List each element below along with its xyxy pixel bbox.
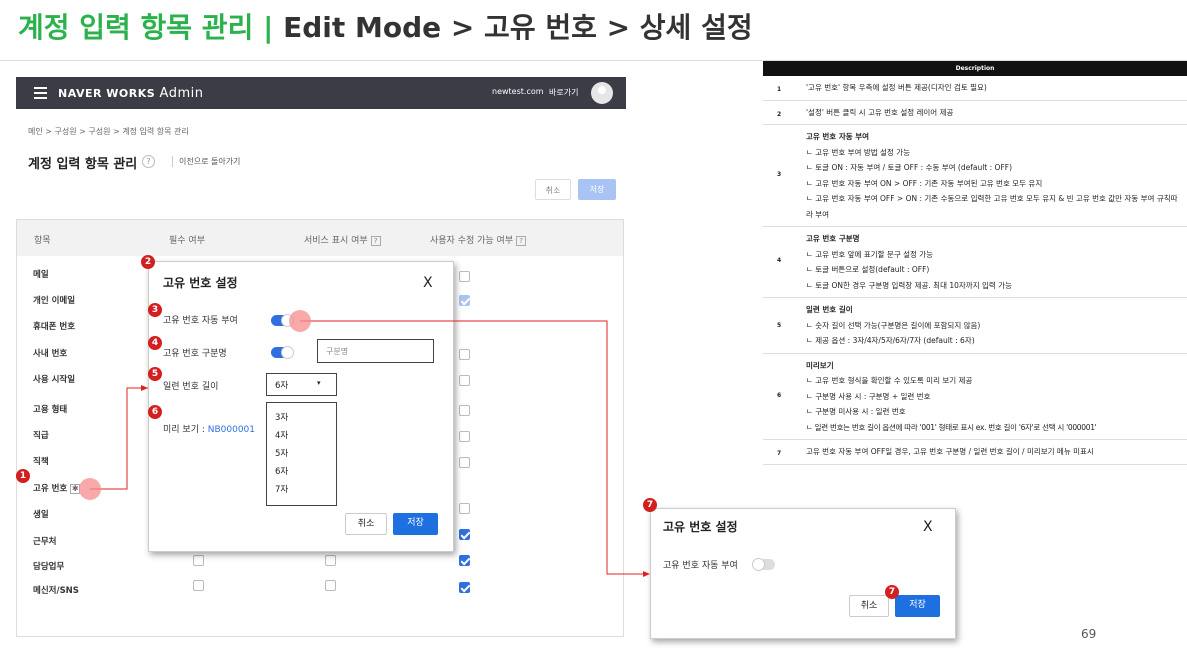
description-heading: 미리보기 (806, 360, 834, 370)
step-badge: 1 (16, 469, 30, 483)
description-line: '설정' 버튼 클릭 시 고유 번호 설정 레이어 제공 (806, 107, 954, 117)
step-badge: 3 (148, 303, 162, 317)
highlight-dot (79, 478, 101, 500)
description-table: Description 1 '고유 번호' 항목 우측에 설정 버튼 제공(디자… (763, 61, 1187, 465)
arrowhead-icon (141, 385, 148, 391)
row-number: 7 (777, 450, 782, 457)
row-number: 1 (777, 86, 782, 93)
step-badge: 4 (148, 336, 162, 350)
description-line: ㄴ 고유 번호 형식을 확인할 수 있도록 미리 보기 제공 (806, 376, 973, 385)
description-line: '고유 번호' 항목 우측에 설정 버튼 제공(디자인 검토 필요) (806, 83, 987, 92)
description-line: ㄴ 고유 번호 자동 부여 OFF > ON : 기존 수동으로 입력한 고유 … (806, 194, 1178, 219)
description-row: 2 '설정' 버튼 클릭 시 고유 번호 설정 레이어 제공 (763, 101, 1187, 125)
step-badge: 7 (643, 498, 657, 512)
description-line: ㄴ 고유 번호 앞에 표기할 문구 설정 가능 (806, 249, 934, 259)
step-badge: 7 (885, 585, 899, 599)
step-badge: 6 (148, 405, 162, 419)
description-line: ㄴ 일련 번호는 번호 길이 옵션에 따라 '001' 형태로 표시 ex. 번… (806, 422, 1097, 432)
arrowhead-icon (643, 571, 650, 577)
description-line: ㄴ 숫자 길이 선택 가능(구분명은 길이에 포함되지 않음) (806, 320, 981, 330)
page-number: 69 (1081, 627, 1097, 641)
description-line: ㄴ 토글 ON한 경우 구분명 입력창 제공. 최대 10자까지 입력 가능 (806, 280, 1012, 290)
row-number: 5 (777, 322, 782, 329)
description-line: ㄴ 토글 ON : 자동 부여 / 토글 OFF : 수동 부여 (defaul… (806, 163, 1013, 172)
step-badge: 2 (141, 255, 155, 269)
description-line: 고유 번호 자동 부여 OFF일 경우, 고유 번호 구분명 / 일련 번호 길… (806, 447, 1094, 456)
description-row: 5 일련 번호 길이 ㄴ 숫자 길이 선택 가능(구분명은 길이에 포함되지 않… (763, 298, 1187, 354)
connector-line (90, 387, 148, 490)
description-row: 6 미리보기 ㄴ 고유 번호 형식을 확인할 수 있도록 미리 보기 제공 ㄴ … (763, 354, 1187, 440)
description-line: ㄴ 구분명 사용 시 : 구분명 + 일련 번호 (806, 391, 931, 401)
description-header: Description (763, 61, 1187, 76)
connector-line (300, 320, 649, 575)
description-line: ㄴ 구분명 미사용 시 : 일련 번호 (806, 407, 906, 416)
description-row: 3 고유 번호 자동 부여 ㄴ 고유 번호 부여 방법 설정 가능 ㄴ 토글 O… (763, 125, 1187, 227)
description-heading: 일련 번호 길이 (806, 305, 853, 314)
row-number: 2 (777, 110, 782, 118)
description-line: ㄴ 고유 번호 부여 방법 설정 가능 (806, 147, 911, 157)
description-row: 1 '고유 번호' 항목 우측에 설정 버튼 제공(디자인 검토 필요) (763, 76, 1187, 101)
description-heading: 고유 번호 자동 부여 (806, 132, 870, 141)
row-number: 6 (777, 391, 782, 399)
description-heading: 고유 번호 구분명 (806, 234, 860, 243)
description-row: 7 고유 번호 자동 부여 OFF일 경우, 고유 번호 구분명 / 일련 번호… (763, 440, 1187, 465)
description-line: ㄴ 토글 버튼으로 설정(default : OFF) (806, 265, 930, 274)
description-row: 4 고유 번호 구분명 ㄴ 고유 번호 앞에 표기할 문구 설정 가능 ㄴ 토글… (763, 227, 1187, 298)
description-line: ㄴ 제공 옵션 : 3자/4자/5자/6자/7자 (default : 6자) (806, 336, 975, 345)
description-line: ㄴ 고유 번호 자동 부여 ON > OFF : 기존 자동 부여된 고유 번호… (806, 178, 1043, 188)
row-number: 4 (777, 257, 782, 264)
highlight-dot (289, 310, 311, 332)
step-badge: 5 (148, 367, 162, 381)
row-number: 3 (777, 171, 782, 178)
